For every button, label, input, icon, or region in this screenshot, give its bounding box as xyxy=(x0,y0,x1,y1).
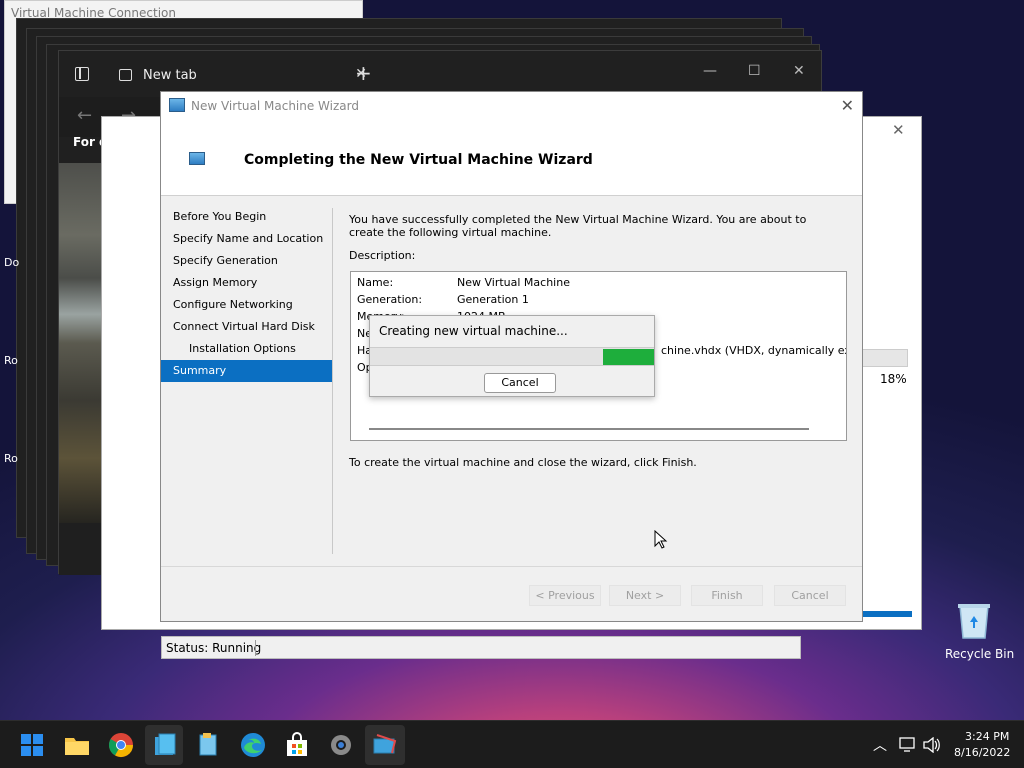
vm-bottom-bar xyxy=(862,611,912,617)
back-arrow-icon[interactable]: ← xyxy=(77,105,92,126)
new-tab-plus-icon[interactable]: + xyxy=(355,61,372,85)
desc-value: chine.vhdx (VHDX, dynamically expandi xyxy=(661,344,846,357)
file-explorer-icon[interactable] xyxy=(63,731,91,759)
volume-icon[interactable] xyxy=(923,737,941,753)
tab-title: New tab xyxy=(143,68,197,83)
step-specify-generation[interactable]: Specify Generation xyxy=(161,250,332,272)
desc-key: Generation: xyxy=(357,293,423,306)
description-scrollbar[interactable] xyxy=(369,428,809,430)
status-bar: Status: Running xyxy=(161,636,801,659)
progress-fill xyxy=(603,349,654,365)
desc-value: New Virtual Machine xyxy=(457,276,570,289)
vm-progress-percent: 18% xyxy=(880,372,907,386)
step-assign-memory[interactable]: Assign Memory xyxy=(161,272,332,294)
description-label: Description: xyxy=(349,249,416,262)
tray-chevron-icon[interactable]: ︿ xyxy=(873,735,887,755)
wizard-title: New Virtual Machine Wizard xyxy=(191,99,359,113)
wizard-steps: Before You Begin Specify Name and Locati… xyxy=(161,206,332,382)
step-installation-options[interactable]: Installation Options xyxy=(161,338,332,360)
step-connect-vhd[interactable]: Connect Virtual Hard Disk xyxy=(161,316,332,338)
desktop-label-2[interactable]: Ro xyxy=(4,354,18,367)
edge-icon[interactable] xyxy=(239,731,267,759)
minimize-icon[interactable]: — xyxy=(703,63,717,79)
wizard-heading: Completing the New Virtual Machine Wizar… xyxy=(244,152,593,168)
next-button[interactable]: Next > xyxy=(609,585,681,606)
finish-button[interactable]: Finish xyxy=(691,585,763,606)
start-windows-icon[interactable] xyxy=(18,731,46,759)
settings-gear-icon[interactable] xyxy=(327,731,355,759)
vm-wizard-taskbar-icon[interactable] xyxy=(371,731,399,759)
hyperv-icon xyxy=(169,98,185,112)
progress-bar xyxy=(370,347,654,366)
desktop-label-1[interactable]: Do xyxy=(4,256,19,269)
wizard-header-icon xyxy=(189,152,205,165)
recycle-bin-icon[interactable] xyxy=(956,600,992,640)
tab-actions-icon[interactable] xyxy=(75,67,89,81)
microsoft-store-icon[interactable] xyxy=(283,731,311,759)
progress-title: Creating new virtual machine... xyxy=(379,324,568,338)
tab-new-tab[interactable]: New tab ✕ xyxy=(107,61,367,91)
mouse-cursor-icon xyxy=(654,530,668,549)
taskbar: ︿ 3:24 PM 8/16/2022 xyxy=(0,720,1024,768)
wizard-close-icon[interactable]: ✕ xyxy=(841,96,854,115)
step-before-you-begin[interactable]: Before You Begin xyxy=(161,206,332,228)
vm-connection-close-icon[interactable]: ✕ xyxy=(892,121,905,139)
hyperv-manager-icon[interactable] xyxy=(151,731,179,759)
step-configure-networking[interactable]: Configure Networking xyxy=(161,294,332,316)
recycle-bin-label: Recycle Bin xyxy=(945,647,1015,661)
clock-time[interactable]: 3:24 PM xyxy=(965,730,1009,743)
desc-key: Name: xyxy=(357,276,394,289)
network-icon[interactable] xyxy=(899,737,917,753)
vm-progress-track xyxy=(862,349,908,367)
step-summary[interactable]: Summary xyxy=(161,360,332,382)
finish-instructions: To create the virtual machine and close … xyxy=(349,456,697,469)
close-icon[interactable]: ✕ xyxy=(793,63,805,79)
previous-button[interactable]: < Previous xyxy=(529,585,601,606)
clock-date[interactable]: 8/16/2022 xyxy=(954,746,1010,759)
chrome-icon[interactable] xyxy=(107,731,135,759)
creating-vm-dialog[interactable]: Creating new virtual machine... Cancel xyxy=(369,315,655,397)
wizard-intro: You have successfully completed the New … xyxy=(349,213,807,239)
step-specify-name[interactable]: Specify Name and Location xyxy=(161,228,332,250)
new-tab-favicon-icon xyxy=(119,69,132,81)
progress-cancel-button[interactable]: Cancel xyxy=(484,373,556,393)
status-text: Status: Running xyxy=(166,641,262,655)
cancel-button[interactable]: Cancel xyxy=(774,585,846,606)
vm-connect-icon[interactable] xyxy=(194,731,222,759)
maximize-icon[interactable]: ☐ xyxy=(748,63,761,79)
desc-value: Generation 1 xyxy=(457,293,529,306)
desktop-label-3[interactable]: Ro xyxy=(4,452,18,465)
